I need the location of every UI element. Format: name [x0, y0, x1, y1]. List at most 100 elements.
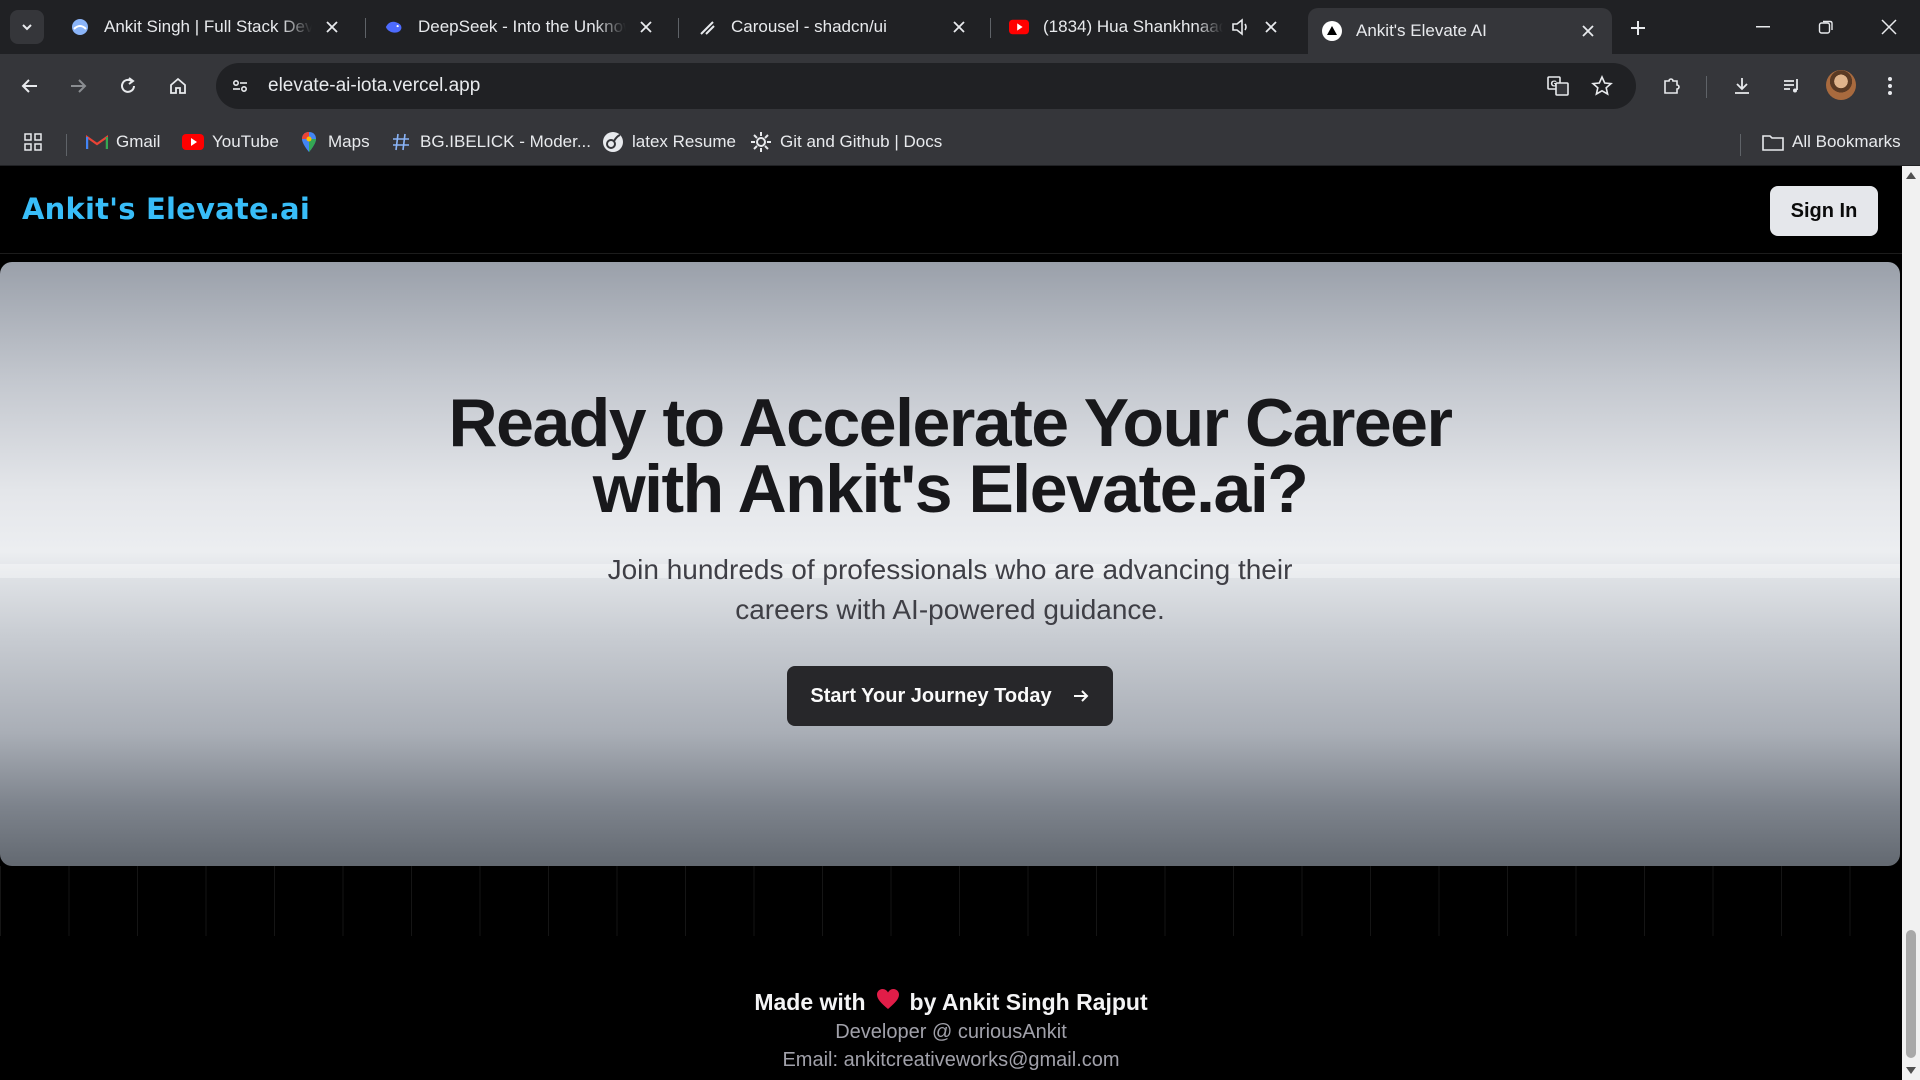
youtube-icon: [182, 131, 204, 153]
bookmark-label: YouTube: [212, 132, 279, 151]
cta-heading: Ready to Accelerate Your Career with Ank…: [0, 389, 1900, 523]
downloads-button[interactable]: [1724, 68, 1760, 104]
minimize-button[interactable]: [1740, 8, 1786, 46]
developer-role: Developer @ curiousAnkit: [835, 1021, 1067, 1043]
scrollbar-thumb[interactable]: [1906, 930, 1916, 1058]
svg-text:G: G: [1551, 80, 1558, 89]
menu-button[interactable]: [1872, 68, 1908, 104]
back-button[interactable]: [12, 68, 48, 104]
sign-in-button[interactable]: Sign In: [1770, 186, 1878, 236]
apps-grid-icon: [22, 131, 44, 153]
new-tab-button[interactable]: [1622, 12, 1654, 44]
media-controls-button[interactable]: [1774, 68, 1810, 104]
tab-shadcn-carousel[interactable]: Carousel - shadcn/ui: [683, 8, 983, 46]
close-icon[interactable]: [1576, 19, 1600, 43]
scroll-down-arrow[interactable]: [1906, 1067, 1916, 1074]
bookmark-latex-resume[interactable]: latex Resume: [602, 128, 736, 156]
profile-avatar[interactable]: [1826, 70, 1856, 100]
globe-icon: [70, 17, 90, 37]
restore-button[interactable]: [1803, 8, 1849, 46]
tab-title: DeepSeek - Into the Unknown: [418, 17, 626, 36]
tab-search-button[interactable]: [10, 10, 44, 44]
start-journey-button[interactable]: Start Your Journey Today: [787, 666, 1113, 726]
all-bookmarks-label: All Bookmarks: [1792, 132, 1901, 151]
tab-separator: [678, 18, 679, 38]
browser-toolbar: elevate-ai-iota.vercel.app G: [0, 54, 1920, 118]
deepseek-whale-icon: [384, 17, 404, 37]
contact-email[interactable]: Email: ankitcreativeworks@gmail.com: [0, 1046, 1902, 1074]
bookmark-label: BG.IBELICK - Moder...: [420, 132, 592, 151]
bookmark-label: Gmail: [116, 132, 161, 151]
gmail-icon: [86, 131, 108, 153]
extensions-button[interactable]: [1654, 68, 1690, 104]
bookmark-gmail[interactable]: Gmail: [86, 128, 160, 156]
cta-subtitle: Join hundreds of professionals who are a…: [0, 550, 1900, 630]
site-footer: Made with by Ankit Singh Rajput Develope…: [0, 986, 1902, 1074]
cta-heading-line-2: with Ankit's Elevate.ai?: [592, 451, 1309, 527]
download-icon: [1735, 78, 1749, 94]
bookmark-star-button[interactable]: [1584, 68, 1620, 104]
bookmark-maps[interactable]: Maps: [298, 128, 370, 156]
star-icon: [1591, 75, 1613, 96]
close-icon: [1881, 19, 1897, 35]
tab-separator: [365, 18, 366, 38]
site-info-icon[interactable]: [222, 68, 258, 104]
bookmark-git-github-docs[interactable]: Git and Github | Docs: [750, 128, 942, 156]
site-header: Ankit's Elevate.ai Sign In: [0, 166, 1902, 254]
address-bar[interactable]: elevate-ai-iota.vercel.app: [216, 63, 1636, 109]
translate-button[interactable]: G: [1540, 68, 1576, 104]
made-with-prefix: Made with: [754, 988, 866, 1015]
grid-background: [0, 866, 1902, 936]
forward-button[interactable]: [60, 68, 96, 104]
close-icon[interactable]: [320, 15, 344, 39]
tab-title: (1834) Hua Shankhnaad (Official Video): [1043, 17, 1223, 36]
all-bookmarks-button[interactable]: All Bookmarks: [1762, 128, 1901, 156]
tab-title: Ankit Singh | Full Stack Developer: [104, 17, 312, 36]
scroll-up-arrow[interactable]: [1906, 172, 1916, 179]
vercel-triangle-icon: [1322, 21, 1342, 41]
chevron-down-icon: [22, 24, 32, 31]
tab-separator: [990, 18, 991, 38]
tab-ankit-portfolio[interactable]: Ankit Singh | Full Stack Developer: [56, 8, 356, 46]
start-journey-label: Start Your Journey Today: [810, 684, 1052, 707]
tab-deepseek[interactable]: DeepSeek - Into the Unknown: [370, 8, 670, 46]
speaker-icon[interactable]: [1231, 17, 1251, 37]
close-icon[interactable]: [947, 15, 971, 39]
bookmark-label: latex Resume: [632, 132, 736, 151]
cta-heading-line-1: Ready to Accelerate Your Career: [448, 385, 1453, 461]
tab-title: Ankit's Elevate AI: [1356, 21, 1487, 40]
hash-icon: [390, 131, 412, 153]
puzzle-icon: [1664, 78, 1680, 94]
heart-icon: [876, 988, 900, 1016]
close-icon[interactable]: [634, 15, 658, 39]
minimize-icon: [1756, 26, 1770, 28]
reload-button[interactable]: [110, 68, 146, 104]
tab-youtube-video[interactable]: (1834) Hua Shankhnaad (Official Video): [995, 8, 1295, 46]
youtube-icon: [1009, 17, 1029, 37]
cta-section: Ready to Accelerate Your Career with Ank…: [0, 262, 1900, 866]
bookmark-label: Git and Github | Docs: [780, 132, 943, 151]
queue-music-icon: [1784, 79, 1798, 93]
site-logo[interactable]: Ankit's Elevate.ai: [22, 192, 310, 226]
bookmark-label: Maps: [328, 132, 370, 151]
folder-icon: [1762, 131, 1784, 153]
page-scrollbar[interactable]: [1902, 166, 1920, 1080]
toolbar-divider: [1706, 76, 1707, 98]
reload-icon: [121, 77, 135, 93]
made-with-suffix: by Ankit Singh Rajput: [909, 988, 1148, 1015]
overleaf-icon: [602, 131, 624, 153]
translate-icon: G: [1547, 76, 1569, 96]
bookmark-bg-ibelick[interactable]: BG.IBELICK - Moder...: [390, 128, 591, 156]
close-window-button[interactable]: [1866, 8, 1912, 46]
page-viewport: Ankit's Elevate.ai Sign In Ready to Acce…: [0, 166, 1902, 1080]
arrow-left-icon: [21, 79, 37, 93]
plus-icon: [1631, 21, 1645, 35]
apps-button[interactable]: [22, 128, 52, 156]
tab-elevate-ai[interactable]: Ankit's Elevate AI: [1308, 8, 1612, 54]
bookmark-youtube[interactable]: YouTube: [182, 128, 279, 156]
home-button[interactable]: [160, 68, 196, 104]
url-text[interactable]: elevate-ai-iota.vercel.app: [268, 75, 480, 97]
home-icon: [170, 77, 186, 94]
close-icon[interactable]: [1259, 15, 1283, 39]
arrow-right-icon: [71, 79, 87, 93]
